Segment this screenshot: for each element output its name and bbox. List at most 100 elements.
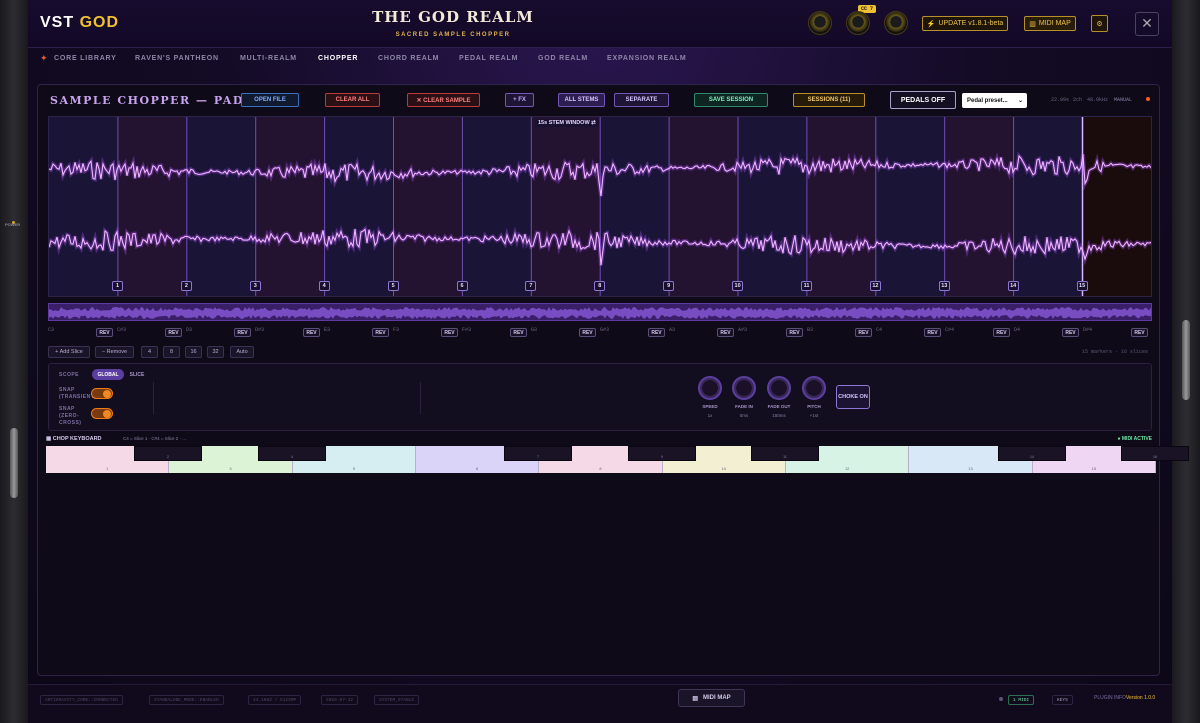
tab-expansion-realm[interactable]: EXPANSION REALM bbox=[607, 55, 687, 62]
right-rail-handle[interactable] bbox=[1182, 320, 1190, 400]
slice-region[interactable] bbox=[255, 117, 325, 297]
header-knob-2[interactable] bbox=[846, 11, 870, 35]
black-key[interactable]: 2 bbox=[134, 446, 202, 461]
slice-reverse-button[interactable]: REV bbox=[1131, 328, 1148, 337]
slice-reverse-button[interactable]: REV bbox=[1062, 328, 1079, 337]
waveform-canvas[interactable] bbox=[49, 117, 1152, 297]
slice-marker-8[interactable]: 8 bbox=[594, 281, 606, 291]
keys-button[interactable]: KEYS bbox=[1052, 695, 1073, 705]
slice-reverse-button[interactable]: REV bbox=[993, 328, 1010, 337]
slice-count-4-button[interactable]: 4 bbox=[141, 346, 158, 358]
clear-all-button[interactable]: CLEAR ALL bbox=[325, 93, 380, 107]
slice-region[interactable] bbox=[117, 117, 187, 297]
black-key[interactable]: 7 bbox=[504, 446, 572, 461]
speed-dial[interactable] bbox=[698, 376, 722, 400]
header-knob-1[interactable] bbox=[808, 11, 832, 35]
slice-reverse-button[interactable]: REV bbox=[924, 328, 941, 337]
slice-reverse-button[interactable]: REV bbox=[303, 328, 320, 337]
tab-pedal-realm[interactable]: PEDAL REALM bbox=[459, 55, 518, 62]
all-stems-button[interactable]: ALL STEMS bbox=[558, 93, 605, 107]
slice-reverse-button[interactable]: REV bbox=[855, 328, 872, 337]
slice-reverse-button[interactable]: REV bbox=[234, 328, 251, 337]
slice-reverse-button[interactable]: REV bbox=[510, 328, 527, 337]
slice-region[interactable] bbox=[393, 117, 463, 297]
scope-global-button[interactable]: GLOBAL bbox=[92, 369, 124, 380]
separate-button[interactable]: SEPARATE bbox=[614, 93, 669, 107]
chop-keyboard[interactable]: 1 3 5 6 8 10 12 13 15 2 4 7 9 11 14 16 bbox=[46, 446, 1189, 473]
snap-zero-toggle[interactable] bbox=[91, 408, 113, 419]
slice-region[interactable] bbox=[462, 117, 532, 297]
save-session-button[interactable]: SAVE SESSION bbox=[694, 93, 768, 107]
slice-reverse-button[interactable]: REV bbox=[96, 328, 113, 337]
black-key[interactable]: 14 bbox=[998, 446, 1066, 461]
close-button[interactable]: ✕ bbox=[1135, 12, 1159, 36]
snap-transient-toggle[interactable] bbox=[91, 388, 113, 399]
left-rail-handle[interactable] bbox=[10, 428, 18, 498]
slice-reverse-button[interactable]: REV bbox=[717, 328, 734, 337]
slice-region[interactable] bbox=[186, 117, 256, 297]
slice-marker-11[interactable]: 11 bbox=[801, 281, 812, 291]
tab-multi-realm[interactable]: MULTI-REALM bbox=[240, 55, 297, 62]
stem-window-label[interactable]: 15s STEM WINDOW ⇄ bbox=[535, 119, 599, 127]
slice-region[interactable] bbox=[1082, 117, 1152, 297]
slice-region[interactable] bbox=[669, 117, 738, 297]
pitch-dial[interactable] bbox=[802, 376, 826, 400]
add-slice-button[interactable]: + Add Slice bbox=[48, 346, 90, 358]
black-key[interactable]: 4 bbox=[258, 446, 326, 461]
slice-region[interactable] bbox=[738, 117, 807, 297]
tab-core-library[interactable]: CORE LIBRARY bbox=[54, 55, 117, 62]
slice-count-32-button[interactable]: 32 bbox=[207, 346, 224, 358]
open-file-button[interactable]: OPEN FILE bbox=[241, 93, 299, 107]
slice-auto-button[interactable]: Auto bbox=[230, 346, 254, 358]
slice-region[interactable] bbox=[1013, 117, 1083, 297]
slice-region[interactable] bbox=[531, 117, 601, 297]
slice-count-16-button[interactable]: 16 bbox=[185, 346, 202, 358]
settings-button[interactable]: ⚙ bbox=[1091, 15, 1108, 32]
slice-reverse-button[interactable]: REV bbox=[372, 328, 389, 337]
fx-button[interactable]: + FX bbox=[505, 93, 534, 107]
slice-marker-1[interactable]: 1 bbox=[112, 281, 123, 291]
slice-marker-14[interactable]: 14 bbox=[1007, 281, 1019, 291]
slice-marker-12[interactable]: 12 bbox=[869, 281, 881, 291]
slice-reverse-button[interactable]: REV bbox=[165, 328, 182, 337]
choke-button[interactable]: CHOKE ON bbox=[836, 385, 870, 409]
slice-marker-15[interactable]: 15 bbox=[1076, 281, 1088, 291]
clear-sample-button[interactable]: ✕ CLEAR SAMPLE bbox=[407, 93, 480, 107]
slice-marker-4[interactable]: 4 bbox=[318, 281, 330, 291]
midi-map-header-button[interactable]: ▥ MIDI MAP bbox=[1024, 16, 1076, 31]
slice-region[interactable] bbox=[875, 117, 945, 297]
slice-count-8-button[interactable]: 8 bbox=[163, 346, 180, 358]
slice-region[interactable] bbox=[324, 117, 394, 297]
tab-chopper[interactable]: CHOPPER bbox=[318, 55, 358, 62]
tab-ravens-pantheon[interactable]: RAVEN'S PANTHEON bbox=[135, 55, 219, 62]
slice-reverse-button[interactable]: REV bbox=[786, 328, 803, 337]
slice-region[interactable] bbox=[600, 117, 670, 297]
slice-region[interactable] bbox=[944, 117, 1014, 297]
slice-marker-2[interactable]: 2 bbox=[180, 281, 192, 291]
slice-reverse-button[interactable]: REV bbox=[648, 328, 665, 337]
fade-out-dial[interactable] bbox=[767, 376, 791, 400]
black-key[interactable]: 16 bbox=[1121, 446, 1189, 461]
plugin-info-link[interactable]: PLUGIN INFO bbox=[1094, 695, 1126, 701]
scope-slice-button[interactable]: SLICE bbox=[125, 369, 149, 380]
slice-marker-5[interactable]: 5 bbox=[387, 281, 399, 291]
slice-reverse-button[interactable]: REV bbox=[441, 328, 458, 337]
slice-marker-7[interactable]: 7 bbox=[525, 281, 537, 291]
slice-marker-9[interactable]: 9 bbox=[663, 281, 675, 291]
waveform-overview[interactable] bbox=[48, 303, 1152, 321]
tab-chord-realm[interactable]: CHORD REALM bbox=[378, 55, 439, 62]
slice-marker-3[interactable]: 3 bbox=[249, 281, 261, 291]
slice-reverse-button[interactable]: REV bbox=[579, 328, 596, 337]
black-key[interactable]: 11 bbox=[751, 446, 819, 461]
black-key[interactable]: 9 bbox=[628, 446, 696, 461]
slice-marker-6[interactable]: 6 bbox=[456, 281, 468, 291]
header-knob-3[interactable] bbox=[884, 11, 908, 35]
update-button[interactable]: ⚡ UPDATE v1.8.1-beta bbox=[922, 16, 1008, 31]
tab-god-realm[interactable]: GOD REALM bbox=[538, 55, 588, 62]
remove-slice-button[interactable]: − Remove bbox=[95, 346, 134, 358]
waveform-display[interactable]: 15s STEM WINDOW ⇄ 1 2 3 4 5 6 7 8 9 10 11 12 13 14 15 bbox=[48, 116, 1152, 297]
slice-region[interactable] bbox=[806, 117, 876, 297]
sessions-button[interactable]: SESSIONS (11) bbox=[793, 93, 865, 107]
midi-count-button[interactable]: 1 MIDI bbox=[1008, 695, 1035, 705]
fade-in-dial[interactable] bbox=[732, 376, 756, 400]
